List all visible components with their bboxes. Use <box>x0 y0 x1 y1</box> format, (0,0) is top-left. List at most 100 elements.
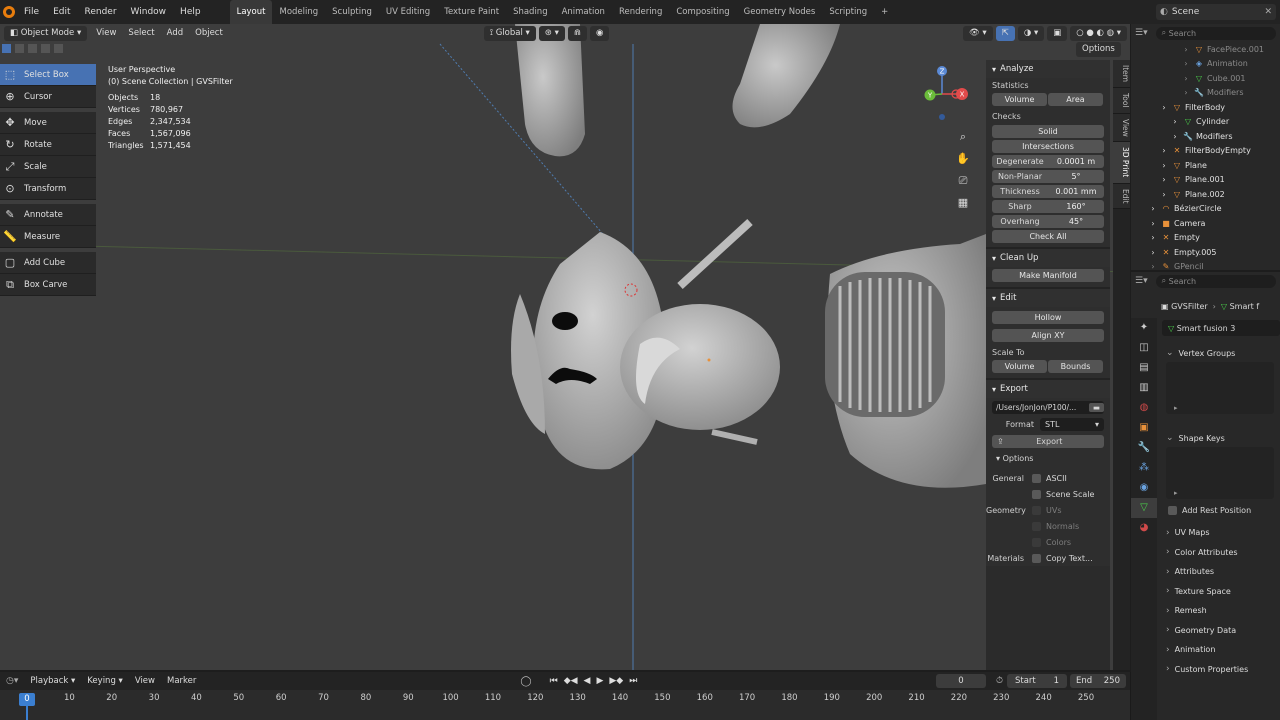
outliner-filter-icon[interactable]: ☰▾ <box>1135 28 1148 38</box>
options-button[interactable]: Options <box>1076 42 1121 57</box>
outliner-item[interactable]: › ✕ FilterBodyEmpty <box>1131 144 1280 159</box>
check-field-sharp[interactable]: Sharp 160° <box>992 200 1104 213</box>
folder-icon[interactable]: ▬ <box>1088 403 1104 412</box>
sidebar-tab-tool[interactable]: Tool <box>1113 88 1130 114</box>
tab-compositing[interactable]: Compositing <box>669 0 736 24</box>
properties-menu-icon[interactable]: ☰▾ <box>1135 276 1148 286</box>
section-animation[interactable]: Animation <box>1162 640 1280 660</box>
object-tab-icon[interactable]: ▣ <box>1131 418 1157 438</box>
scale-bounds-button[interactable]: Bounds <box>1048 360 1103 373</box>
tool-scale[interactable]: ⤢ Scale <box>0 156 96 178</box>
jump-end-icon[interactable]: ⏭ <box>629 676 637 686</box>
uvs-checkbox[interactable] <box>1032 505 1041 515</box>
mesh-data-tab-icon[interactable]: ▽ <box>1131 498 1157 518</box>
play-reverse-icon[interactable]: ◀ <box>584 676 591 686</box>
format-dropdown[interactable]: STL ▾ <box>1040 418 1104 431</box>
view-menu[interactable]: View <box>90 28 122 38</box>
outliner-expand-icon[interactable]: › <box>1148 204 1158 213</box>
outliner-item[interactable]: › ✎ GPencil <box>1131 260 1280 270</box>
next-keyframe-icon[interactable]: ▶◆ <box>609 676 623 686</box>
make-manifold-button[interactable]: Make Manifold <box>992 269 1104 282</box>
start-frame-field[interactable]: Start 1 <box>1007 674 1067 688</box>
outliner-expand-icon[interactable]: › <box>1170 117 1180 126</box>
sidebar-tab-edit[interactable]: Edit <box>1113 183 1130 210</box>
mode-selector[interactable]: ◧ Object Mode ▾ <box>4 25 88 41</box>
outliner-expand-icon[interactable]: › <box>1159 175 1169 184</box>
tool-tab-icon[interactable]: ✦ <box>1131 318 1157 338</box>
export-header[interactable]: Export <box>986 380 1110 398</box>
tool-move[interactable]: ✥ Move <box>0 112 96 134</box>
outliner-expand-icon[interactable]: › <box>1159 190 1169 199</box>
view-layer-tab-icon[interactable]: ▥ <box>1131 378 1157 398</box>
tab-animation[interactable]: Animation <box>555 0 612 24</box>
outliner-item[interactable]: › ✕ Empty <box>1131 231 1280 246</box>
tab-uv-editing[interactable]: UV Editing <box>379 0 437 24</box>
tool-box-carve[interactable]: ⧉ Box Carve <box>0 274 96 296</box>
timeline-ruler[interactable]: 10 20 30 40 50 60 70 80 90 100 110 120 130 140 150 160 1… <box>0 690 1130 720</box>
menu-help[interactable]: Help <box>173 7 208 17</box>
jump-start-icon[interactable]: ⏮ <box>550 676 558 686</box>
tool-annotate[interactable]: ✎ Annotate <box>0 204 96 226</box>
outliner-item[interactable]: › ▽ Plane.002 <box>1131 187 1280 202</box>
scale-volume-button[interactable]: Volume <box>992 360 1047 373</box>
check-field-overhang[interactable]: Overhang 45° <box>992 215 1104 228</box>
add-workspace-button[interactable]: + <box>874 0 895 24</box>
stopwatch-icon[interactable]: ⏱ <box>996 676 1003 686</box>
mesh-name-field[interactable]: ▽ Smart fusion 3 <box>1162 320 1280 336</box>
outliner-item[interactable]: › ▽ Plane.001 <box>1131 173 1280 188</box>
modifier-tab-icon[interactable]: 🔧 <box>1131 438 1157 458</box>
export-path-field[interactable]: /Users/JonJon/P100/... ▬ <box>992 401 1104 414</box>
outliner-expand-icon[interactable]: › <box>1148 248 1158 257</box>
area-button[interactable]: Area <box>1048 93 1103 106</box>
record-icon[interactable]: ◯ <box>520 676 531 687</box>
outliner-item[interactable]: › ▽ Plane <box>1131 158 1280 173</box>
check-field-thickness[interactable]: Thickness 0.001 mm <box>992 185 1104 198</box>
section-custom-properties[interactable]: Custom Properties <box>1162 660 1280 680</box>
end-frame-field[interactable]: End 250 <box>1070 674 1126 688</box>
outliner-item[interactable]: › ▽ FacePiece.001 <box>1131 42 1280 57</box>
outliner-expand-icon[interactable]: › <box>1181 88 1191 97</box>
check-field-degenerate[interactable]: Degenerate 0.0001 m <box>992 155 1104 168</box>
keying-menu[interactable]: Keying ▾ <box>81 676 129 686</box>
shape-keys-header[interactable]: Shape Keys <box>1162 429 1280 447</box>
outliner-item[interactable]: › ✕ Empty.005 <box>1131 245 1280 260</box>
tab-rendering[interactable]: Rendering <box>612 0 669 24</box>
edit-header[interactable]: Edit <box>986 289 1110 307</box>
outliner-item[interactable]: › ■ Camera <box>1131 216 1280 231</box>
outliner-expand-icon[interactable]: › <box>1181 74 1191 83</box>
tool-add-cube[interactable]: ▢ Add Cube <box>0 252 96 274</box>
marker-menu[interactable]: Marker <box>161 676 202 686</box>
section-color-attributes[interactable]: Color Attributes <box>1162 543 1280 563</box>
select-subtract-icon[interactable] <box>28 43 37 53</box>
section-attributes[interactable]: Attributes <box>1162 562 1280 582</box>
gizmo-toggle[interactable]: ⇱ <box>995 25 1015 41</box>
intersections-button[interactable]: Intersections <box>992 140 1104 153</box>
tool-rotate[interactable]: ↻ Rotate <box>0 134 96 156</box>
outliner-expand-icon[interactable]: › <box>1181 45 1191 54</box>
outliner-search-input[interactable]: ⌕ Search <box>1155 26 1276 40</box>
orientation-selector[interactable]: ⟟ Global ▾ <box>483 25 536 41</box>
menu-render[interactable]: Render <box>78 7 124 17</box>
outliner-item[interactable]: › ◈ Animation <box>1131 57 1280 72</box>
outliner-expand-icon[interactable]: › <box>1170 132 1180 141</box>
tool-cursor[interactable]: ⊕ Cursor <box>0 86 96 108</box>
outliner-item[interactable]: › 🔧 Modifiers <box>1131 86 1280 101</box>
menu-window[interactable]: Window <box>124 7 174 17</box>
analyze-header[interactable]: Analyze <box>986 60 1110 78</box>
outliner-expand-icon[interactable]: › <box>1181 59 1191 68</box>
timeline-view-menu[interactable]: View <box>129 676 161 686</box>
scene-scale-checkbox[interactable] <box>1032 489 1041 499</box>
tab-scripting[interactable]: Scripting <box>822 0 874 24</box>
playhead-frame-indicator[interactable]: 0 <box>19 693 35 706</box>
section-texture-space[interactable]: Texture Space <box>1162 582 1280 602</box>
tab-texture-paint[interactable]: Texture Paint <box>437 0 506 24</box>
select-new-icon[interactable] <box>2 43 11 53</box>
outliner-item[interactable]: › ◠ BézierCircle <box>1131 202 1280 217</box>
ascii-checkbox[interactable] <box>1032 473 1041 483</box>
vertex-groups-list[interactable]: ▸ <box>1166 362 1274 414</box>
pivot-selector[interactable]: ⊛ ▾ <box>538 25 565 41</box>
copy-textures-checkbox[interactable] <box>1032 553 1041 563</box>
check-all-button[interactable]: Check All <box>992 230 1104 243</box>
volume-button[interactable]: Volume <box>992 93 1047 106</box>
timeline-editor-icon[interactable]: ◷▾ <box>0 676 24 686</box>
